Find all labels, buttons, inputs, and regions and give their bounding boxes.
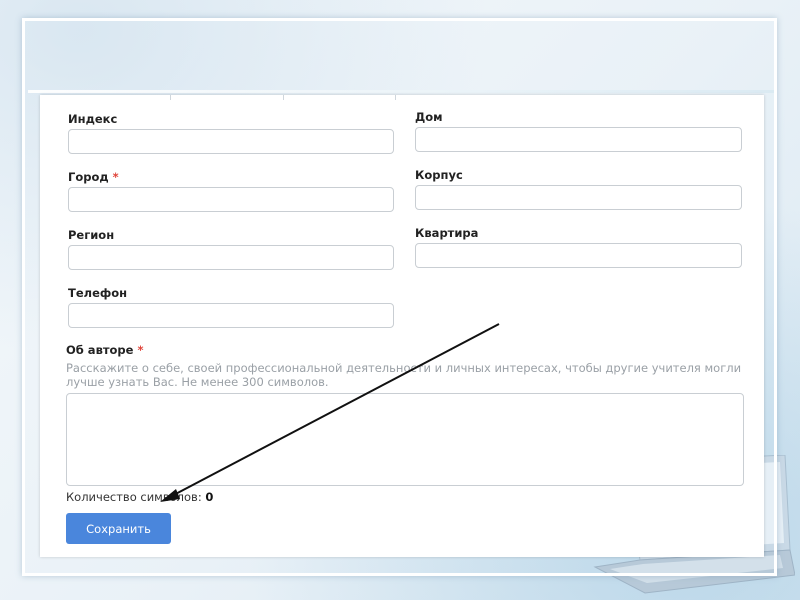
- city-input[interactable]: [68, 187, 394, 212]
- city-label: Город *: [68, 170, 119, 184]
- house-input[interactable]: [415, 127, 742, 152]
- index-input[interactable]: [68, 129, 394, 154]
- character-counter: Количество символов: 0: [66, 490, 213, 504]
- apartment-input[interactable]: [415, 243, 742, 268]
- panel-top-strip: [40, 95, 764, 100]
- about-label: Об авторе *: [66, 343, 144, 357]
- slide-divider: [28, 90, 774, 93]
- character-counter-value: 0: [205, 490, 214, 504]
- about-textarea[interactable]: [66, 393, 744, 486]
- building-label: Корпус: [415, 168, 463, 182]
- address-form-panel: Индекс Город * Регион Телефон Дом Корпус…: [40, 95, 764, 557]
- region-label: Регион: [68, 228, 115, 242]
- about-hint: Расскажите о себе, своей профессионально…: [66, 361, 742, 389]
- required-mark: *: [112, 170, 119, 184]
- phone-label: Телефон: [68, 286, 128, 300]
- region-input[interactable]: [68, 245, 394, 270]
- character-counter-label: Количество символов:: [66, 490, 202, 504]
- building-input[interactable]: [415, 185, 742, 210]
- required-mark: *: [137, 343, 144, 357]
- phone-input[interactable]: [68, 303, 394, 328]
- save-button[interactable]: Сохранить: [66, 513, 171, 544]
- apartment-label: Квартира: [415, 226, 479, 240]
- house-label: Дом: [415, 110, 443, 124]
- index-label: Индекс: [68, 112, 118, 126]
